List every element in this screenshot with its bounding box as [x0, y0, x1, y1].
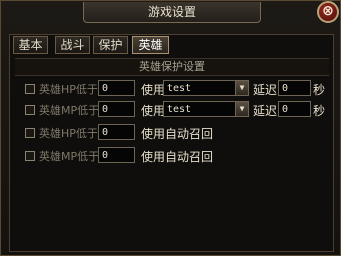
- chevron-down-icon[interactable]: ▼: [235, 81, 248, 95]
- hero-hp-label: 英雄HP低于: [39, 127, 98, 140]
- chevron-down-icon[interactable]: ▼: [235, 102, 248, 116]
- seconds-label: 秒: [313, 83, 326, 97]
- hero-mp-delay-input[interactable]: 0: [278, 101, 311, 117]
- hero-hp-label: 英雄HP低于: [39, 83, 98, 96]
- delay-label: 延迟: [253, 83, 278, 97]
- hero-mp-item-select[interactable]: test ▼: [163, 101, 249, 117]
- close-icon[interactable]: ⊗: [317, 1, 339, 23]
- hero-mp-threshold-input[interactable]: 0: [98, 101, 135, 117]
- hero-mp-potion-checkbox[interactable]: [25, 105, 35, 115]
- hero-hp-recall-row: 英雄HP低于 0 使用自动召回: [21, 124, 331, 142]
- hero-hp-potion-row: 英雄HP低于 0 使用 test ▼ 延迟 0 秒: [21, 80, 331, 98]
- tab-protection[interactable]: 保护: [93, 36, 128, 54]
- hero-mp-potion-row: 英雄MP低于 0 使用 test ▼ 延迟 0 秒: [21, 101, 331, 119]
- hero-mp-label: 英雄MP低于: [39, 104, 100, 117]
- tab-hero[interactable]: 英雄: [132, 36, 169, 54]
- auto-recall-label: 使用自动召回: [141, 127, 214, 141]
- hero-hp-delay-input[interactable]: 0: [278, 80, 311, 96]
- auto-recall-label: 使用自动召回: [141, 150, 214, 164]
- selected-option: test: [167, 83, 192, 94]
- delay-label: 延迟: [253, 104, 278, 118]
- hero-hp-threshold-input[interactable]: 0: [98, 80, 135, 96]
- use-label: 使用: [141, 104, 166, 118]
- hero-hp-recall-checkbox[interactable]: [25, 128, 35, 138]
- tab-combat[interactable]: 战斗: [55, 36, 90, 54]
- window-title: 游戏设置: [83, 2, 261, 23]
- hero-hp-item-select[interactable]: test ▼: [163, 80, 249, 96]
- hero-mp-label: 英雄MP低于: [39, 150, 100, 163]
- selected-option: test: [167, 104, 192, 115]
- settings-window: 游戏设置 ⊗ 基本 战斗 保护 英雄 英雄保护设置 英雄HP低于 0 使用 te…: [0, 0, 341, 256]
- seconds-label: 秒: [313, 104, 326, 118]
- tab-basic[interactable]: 基本: [13, 36, 48, 54]
- section-title: 英雄保护设置: [15, 58, 329, 76]
- hero-mp-recall-checkbox[interactable]: [25, 151, 35, 161]
- hero-hp-potion-checkbox[interactable]: [25, 84, 35, 94]
- hero-hp-recall-input[interactable]: 0: [98, 124, 135, 140]
- use-label: 使用: [141, 83, 166, 97]
- hero-mp-recall-input[interactable]: 0: [98, 147, 135, 163]
- hero-mp-recall-row: 英雄MP低于 0 使用自动召回: [21, 147, 331, 165]
